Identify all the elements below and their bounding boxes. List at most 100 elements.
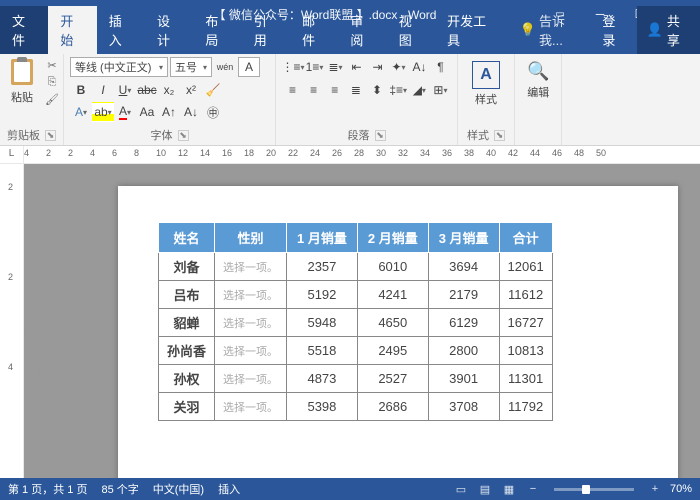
gender-dropdown[interactable]: 选择一项。	[215, 337, 287, 365]
clear-format-button[interactable]: 🧹	[202, 80, 224, 100]
print-layout-button[interactable]: ▤	[476, 481, 494, 497]
highlight-button[interactable]: ab▾	[92, 102, 114, 122]
tab-home[interactable]: 开始	[48, 6, 96, 54]
underline-button[interactable]: U▾	[114, 80, 136, 100]
char-border-button[interactable]: A	[238, 57, 260, 77]
gender-dropdown[interactable]: 选择一项。	[215, 281, 287, 309]
align-center-button[interactable]: ≡	[303, 80, 324, 100]
page[interactable]: 姓名性别1 月销量2 月销量3 月销量合计刘备选择一项。235760103694…	[118, 186, 678, 478]
paragraph-launcher[interactable]: ⬊	[375, 130, 386, 141]
value-cell[interactable]: 2527	[357, 365, 428, 393]
name-cell[interactable]: 吕布	[159, 281, 215, 309]
gender-dropdown[interactable]: 选择一项。	[215, 365, 287, 393]
show-marks-button[interactable]: ¶	[430, 57, 451, 77]
gender-dropdown[interactable]: 选择一项。	[215, 253, 287, 281]
page-indicator[interactable]: 第 1 页，共 1 页	[8, 481, 87, 497]
line-spacing-button[interactable]: ‡≡▾	[388, 80, 409, 100]
tell-me[interactable]: 💡告诉我...	[512, 6, 593, 54]
subscript-button[interactable]: x₂	[158, 80, 180, 100]
value-cell[interactable]: 2495	[357, 337, 428, 365]
share-button[interactable]: 👤共享	[637, 6, 700, 54]
gender-dropdown[interactable]: 选择一项。	[215, 309, 287, 337]
insert-mode[interactable]: 插入	[218, 481, 240, 497]
styles-launcher[interactable]: ⬊	[494, 130, 505, 141]
value-cell[interactable]: 12061	[499, 253, 552, 281]
increase-indent-button[interactable]: ⇥	[367, 57, 388, 77]
value-cell[interactable]: 2686	[357, 393, 428, 421]
bullets-button[interactable]: ⋮≡▾	[282, 57, 304, 77]
styles-button[interactable]: A 样式	[464, 57, 508, 111]
value-cell[interactable]: 3901	[428, 365, 499, 393]
find-button[interactable]: 🔍 编辑	[521, 57, 555, 104]
name-cell[interactable]: 貂蝉	[159, 309, 215, 337]
strikethrough-button[interactable]: abc	[136, 80, 158, 100]
table-row[interactable]: 吕布选择一项。51924241217911612	[159, 281, 553, 309]
table-row[interactable]: 孙权选择一项。48732527390111301	[159, 365, 553, 393]
gender-dropdown[interactable]: 选择一项。	[215, 393, 287, 421]
zoom-slider[interactable]	[554, 488, 634, 491]
value-cell[interactable]: 5948	[287, 309, 358, 337]
table-header[interactable]: 性别	[215, 223, 287, 253]
zoom-out-button[interactable]: −	[524, 481, 542, 497]
justify-button[interactable]: ≣	[345, 80, 366, 100]
horizontal-ruler[interactable]: L 42246810121416182022242628303234363840…	[0, 146, 700, 164]
name-cell[interactable]: 孙权	[159, 365, 215, 393]
value-cell[interactable]: 5192	[287, 281, 358, 309]
tab-file[interactable]: 文件	[0, 6, 48, 54]
bold-button[interactable]: B	[70, 80, 92, 100]
value-cell[interactable]: 5398	[287, 393, 358, 421]
value-cell[interactable]: 11612	[499, 281, 552, 309]
value-cell[interactable]: 4241	[357, 281, 428, 309]
font-size-combo[interactable]: 五号▾	[170, 57, 212, 77]
data-table[interactable]: 姓名性别1 月销量2 月销量3 月销量合计刘备选择一项。235760103694…	[158, 222, 553, 421]
shrink-font-button[interactable]: A↓	[180, 102, 202, 122]
font-color-button[interactable]: A▾	[114, 102, 136, 122]
value-cell[interactable]: 11792	[499, 393, 552, 421]
value-cell[interactable]: 5518	[287, 337, 358, 365]
value-cell[interactable]: 2179	[428, 281, 499, 309]
zoom-level[interactable]: 70%	[670, 483, 692, 495]
char-shading-button[interactable]: Aa	[136, 102, 158, 122]
page-scroll[interactable]: Word联盟 www.wordlm.com 国内专业办公 软件教学平台 姓名性别…	[24, 164, 700, 478]
align-left-button[interactable]: ≡	[282, 80, 303, 100]
value-cell[interactable]: 16727	[499, 309, 552, 337]
value-cell[interactable]: 4650	[357, 309, 428, 337]
value-cell[interactable]: 3694	[428, 253, 499, 281]
italic-button[interactable]: I	[92, 80, 114, 100]
web-layout-button[interactable]: ▦	[500, 481, 518, 497]
distribute-button[interactable]: ⬍	[367, 80, 388, 100]
value-cell[interactable]: 11301	[499, 365, 552, 393]
name-cell[interactable]: 关羽	[159, 393, 215, 421]
value-cell[interactable]: 3708	[428, 393, 499, 421]
value-cell[interactable]: 6010	[357, 253, 428, 281]
vertical-ruler[interactable]: 224	[0, 164, 24, 478]
multilevel-button[interactable]: ≣▾	[325, 57, 346, 77]
table-row[interactable]: 孙尚香选择一项。55182495280010813	[159, 337, 553, 365]
align-right-button[interactable]: ≡	[324, 80, 345, 100]
phonetic-guide-button[interactable]: wén	[214, 57, 236, 77]
text-effects-button[interactable]: A▾	[70, 102, 92, 122]
borders-button[interactable]: ⊞▾	[430, 80, 451, 100]
font-name-combo[interactable]: 等线 (中文正文)▾	[70, 57, 168, 77]
value-cell[interactable]: 10813	[499, 337, 552, 365]
table-header[interactable]: 姓名	[159, 223, 215, 253]
table-header[interactable]: 2 月销量	[357, 223, 428, 253]
grow-font-button[interactable]: A↑	[158, 102, 180, 122]
name-cell[interactable]: 孙尚香	[159, 337, 215, 365]
login-button[interactable]: 登录	[592, 6, 636, 54]
enclosed-char-button[interactable]: ㊥	[202, 102, 224, 122]
value-cell[interactable]: 2357	[287, 253, 358, 281]
language-indicator[interactable]: 中文(中国)	[153, 481, 204, 497]
copy-button[interactable]: ⎘	[42, 74, 62, 90]
format-painter-button[interactable]: 🖌	[42, 91, 62, 107]
asian-layout-button[interactable]: ✦▾	[388, 57, 409, 77]
paste-button[interactable]: 粘贴	[6, 57, 38, 107]
tab-selector[interactable]: L	[0, 146, 24, 163]
value-cell[interactable]: 4873	[287, 365, 358, 393]
decrease-indent-button[interactable]: ⇤	[346, 57, 367, 77]
sort-button[interactable]: A↓	[409, 57, 430, 77]
name-cell[interactable]: 刘备	[159, 253, 215, 281]
table-row[interactable]: 刘备选择一项。23576010369412061	[159, 253, 553, 281]
value-cell[interactable]: 2800	[428, 337, 499, 365]
superscript-button[interactable]: x²	[180, 80, 202, 100]
